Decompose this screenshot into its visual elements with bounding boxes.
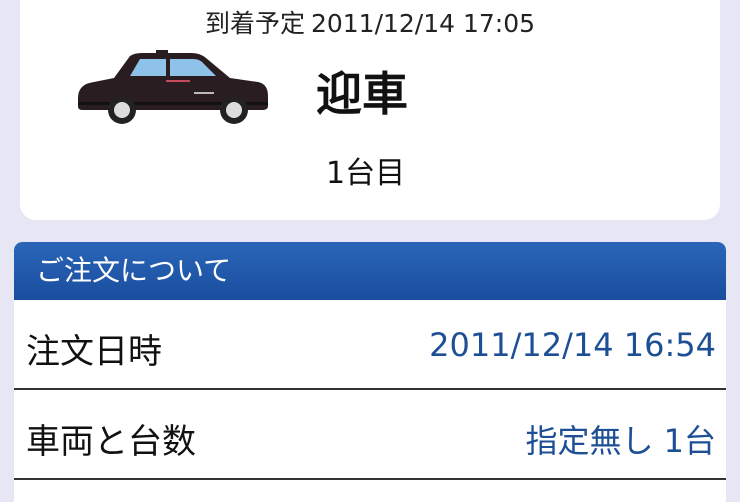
taxi-icon — [78, 50, 268, 124]
eta-label: 到着予定 — [204, 9, 305, 38]
eta-time: 2011/12/14 17:05 — [310, 9, 536, 38]
order-datetime-label: 注文日時 — [26, 332, 162, 372]
order-panel-header: ご注文について — [14, 242, 726, 300]
order-row-datetime: 注文日時 2011/12/14 16:54 — [14, 300, 726, 390]
order-vehicle-value: 指定無し 1台 — [525, 422, 716, 460]
eta-line: 到着予定 2011/12/14 17:05 — [20, 4, 720, 40]
order-panel: ご注文について 注文日時 2011/12/14 16:54 車両と台数 指定無し… — [14, 242, 726, 502]
order-row-vehicle: 車両と台数 指定無し 1台 — [14, 390, 726, 480]
car-count: 1台目 — [326, 156, 406, 191]
vehicle-status: 迎車 — [316, 67, 408, 121]
order-datetime-value: 2011/12/14 16:54 — [429, 326, 716, 364]
order-vehicle-label: 車両と台数 — [26, 422, 196, 462]
arrival-status-card: 到着予定 2011/12/14 17:05 迎車 1台目 — [20, 0, 720, 220]
